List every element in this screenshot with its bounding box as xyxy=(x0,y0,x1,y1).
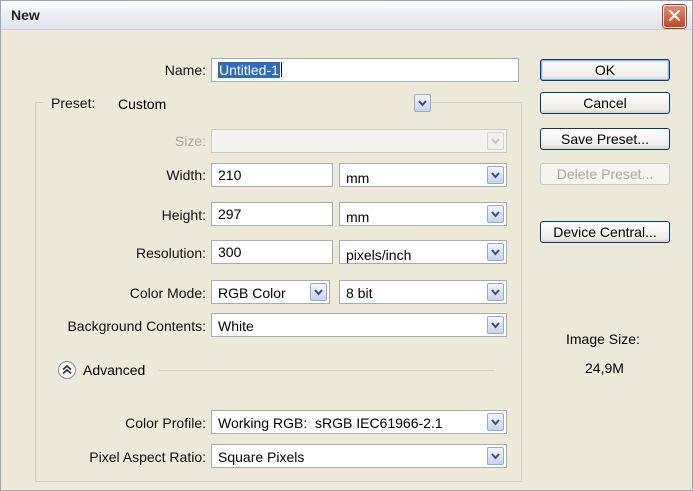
background-contents-value: White xyxy=(218,318,254,334)
resolution-label: Resolution: xyxy=(135,245,206,261)
background-contents-label: Background Contents: xyxy=(67,318,206,334)
color-profile-label: Color Profile: xyxy=(125,415,206,431)
size-select xyxy=(211,129,507,153)
resolution-unit-select[interactable]: pixels/inch xyxy=(339,240,507,264)
width-unit-select[interactable]: mm xyxy=(339,163,507,187)
advanced-label[interactable]: Advanced xyxy=(83,362,145,378)
preset-group-border-left xyxy=(35,102,36,481)
chevron-down-icon[interactable] xyxy=(487,243,504,261)
name-value: Untitled-1 xyxy=(218,62,280,78)
height-label: Height: xyxy=(161,207,206,223)
preset-group-border-right xyxy=(521,102,522,481)
pixel-aspect-ratio-select[interactable]: Square Pixels xyxy=(211,444,507,468)
advanced-divider xyxy=(159,370,495,371)
dialog-title: New xyxy=(11,7,40,23)
height-field[interactable]: 297 xyxy=(211,202,333,226)
save-preset-button[interactable]: Save Preset... xyxy=(540,128,670,150)
chevron-down-icon[interactable] xyxy=(414,94,431,112)
preset-label: Preset: xyxy=(48,95,99,111)
chevron-down-icon[interactable] xyxy=(487,283,504,301)
image-size-label: Image Size: xyxy=(566,331,640,347)
resolution-field[interactable]: 300 xyxy=(211,240,333,264)
name-field[interactable]: Untitled-1 xyxy=(211,58,519,82)
close-icon xyxy=(668,9,681,25)
preset-value: Custom xyxy=(118,96,167,112)
ok-button[interactable]: OK xyxy=(540,59,670,81)
new-document-dialog: New Name: Untitled-1 Preset: Custom Size… xyxy=(0,0,693,491)
color-mode-select[interactable]: RGB Color xyxy=(211,280,330,304)
preset-select[interactable]: Custom xyxy=(111,91,435,115)
bit-depth-value: 8 bit xyxy=(346,285,373,301)
pixel-aspect-ratio-value: Square Pixels xyxy=(218,449,305,465)
image-size-value: 24,9M xyxy=(585,360,624,376)
width-label: Width: xyxy=(166,167,206,183)
chevron-down-icon[interactable] xyxy=(487,205,504,223)
cancel-button[interactable]: Cancel xyxy=(540,92,670,114)
chevron-up-circle-icon xyxy=(57,361,77,383)
width-field[interactable]: 210 xyxy=(211,163,333,187)
chevron-down-icon[interactable] xyxy=(487,413,504,431)
color-mode-label: Color Mode: xyxy=(129,285,206,301)
width-unit-value: mm xyxy=(346,170,370,186)
chevron-down-icon[interactable] xyxy=(487,166,504,184)
background-contents-select[interactable]: White xyxy=(211,313,507,337)
preset-group-border-top-right xyxy=(431,102,521,103)
color-profile-value: Working RGB: sRGB IEC61966-2.1 xyxy=(218,415,443,431)
advanced-toggle-button[interactable] xyxy=(57,360,77,380)
preset-group-border-bottom xyxy=(35,481,522,482)
close-button[interactable] xyxy=(663,5,686,28)
title-bar[interactable]: New xyxy=(1,1,692,30)
chevron-down-icon xyxy=(487,132,504,150)
chevron-down-icon[interactable] xyxy=(487,316,504,334)
resolution-unit-value: pixels/inch xyxy=(346,247,412,263)
text-cursor xyxy=(280,62,282,77)
chevron-down-icon[interactable] xyxy=(487,447,504,465)
name-label: Name: xyxy=(164,62,206,78)
chevron-down-icon[interactable] xyxy=(310,283,327,301)
height-unit-value: mm xyxy=(346,209,370,225)
device-central-button[interactable]: Device Central... xyxy=(540,221,670,243)
height-unit-select[interactable]: mm xyxy=(339,202,507,226)
delete-preset-button: Delete Preset... xyxy=(540,163,670,185)
size-label: Size: xyxy=(174,133,206,149)
pixel-aspect-ratio-label: Pixel Aspect Ratio: xyxy=(89,449,206,465)
color-mode-value: RGB Color xyxy=(218,285,286,301)
bit-depth-select[interactable]: 8 bit xyxy=(339,280,507,304)
preset-group-border-top-left xyxy=(35,102,43,103)
color-profile-select[interactable]: Working RGB: sRGB IEC61966-2.1 xyxy=(211,410,507,434)
